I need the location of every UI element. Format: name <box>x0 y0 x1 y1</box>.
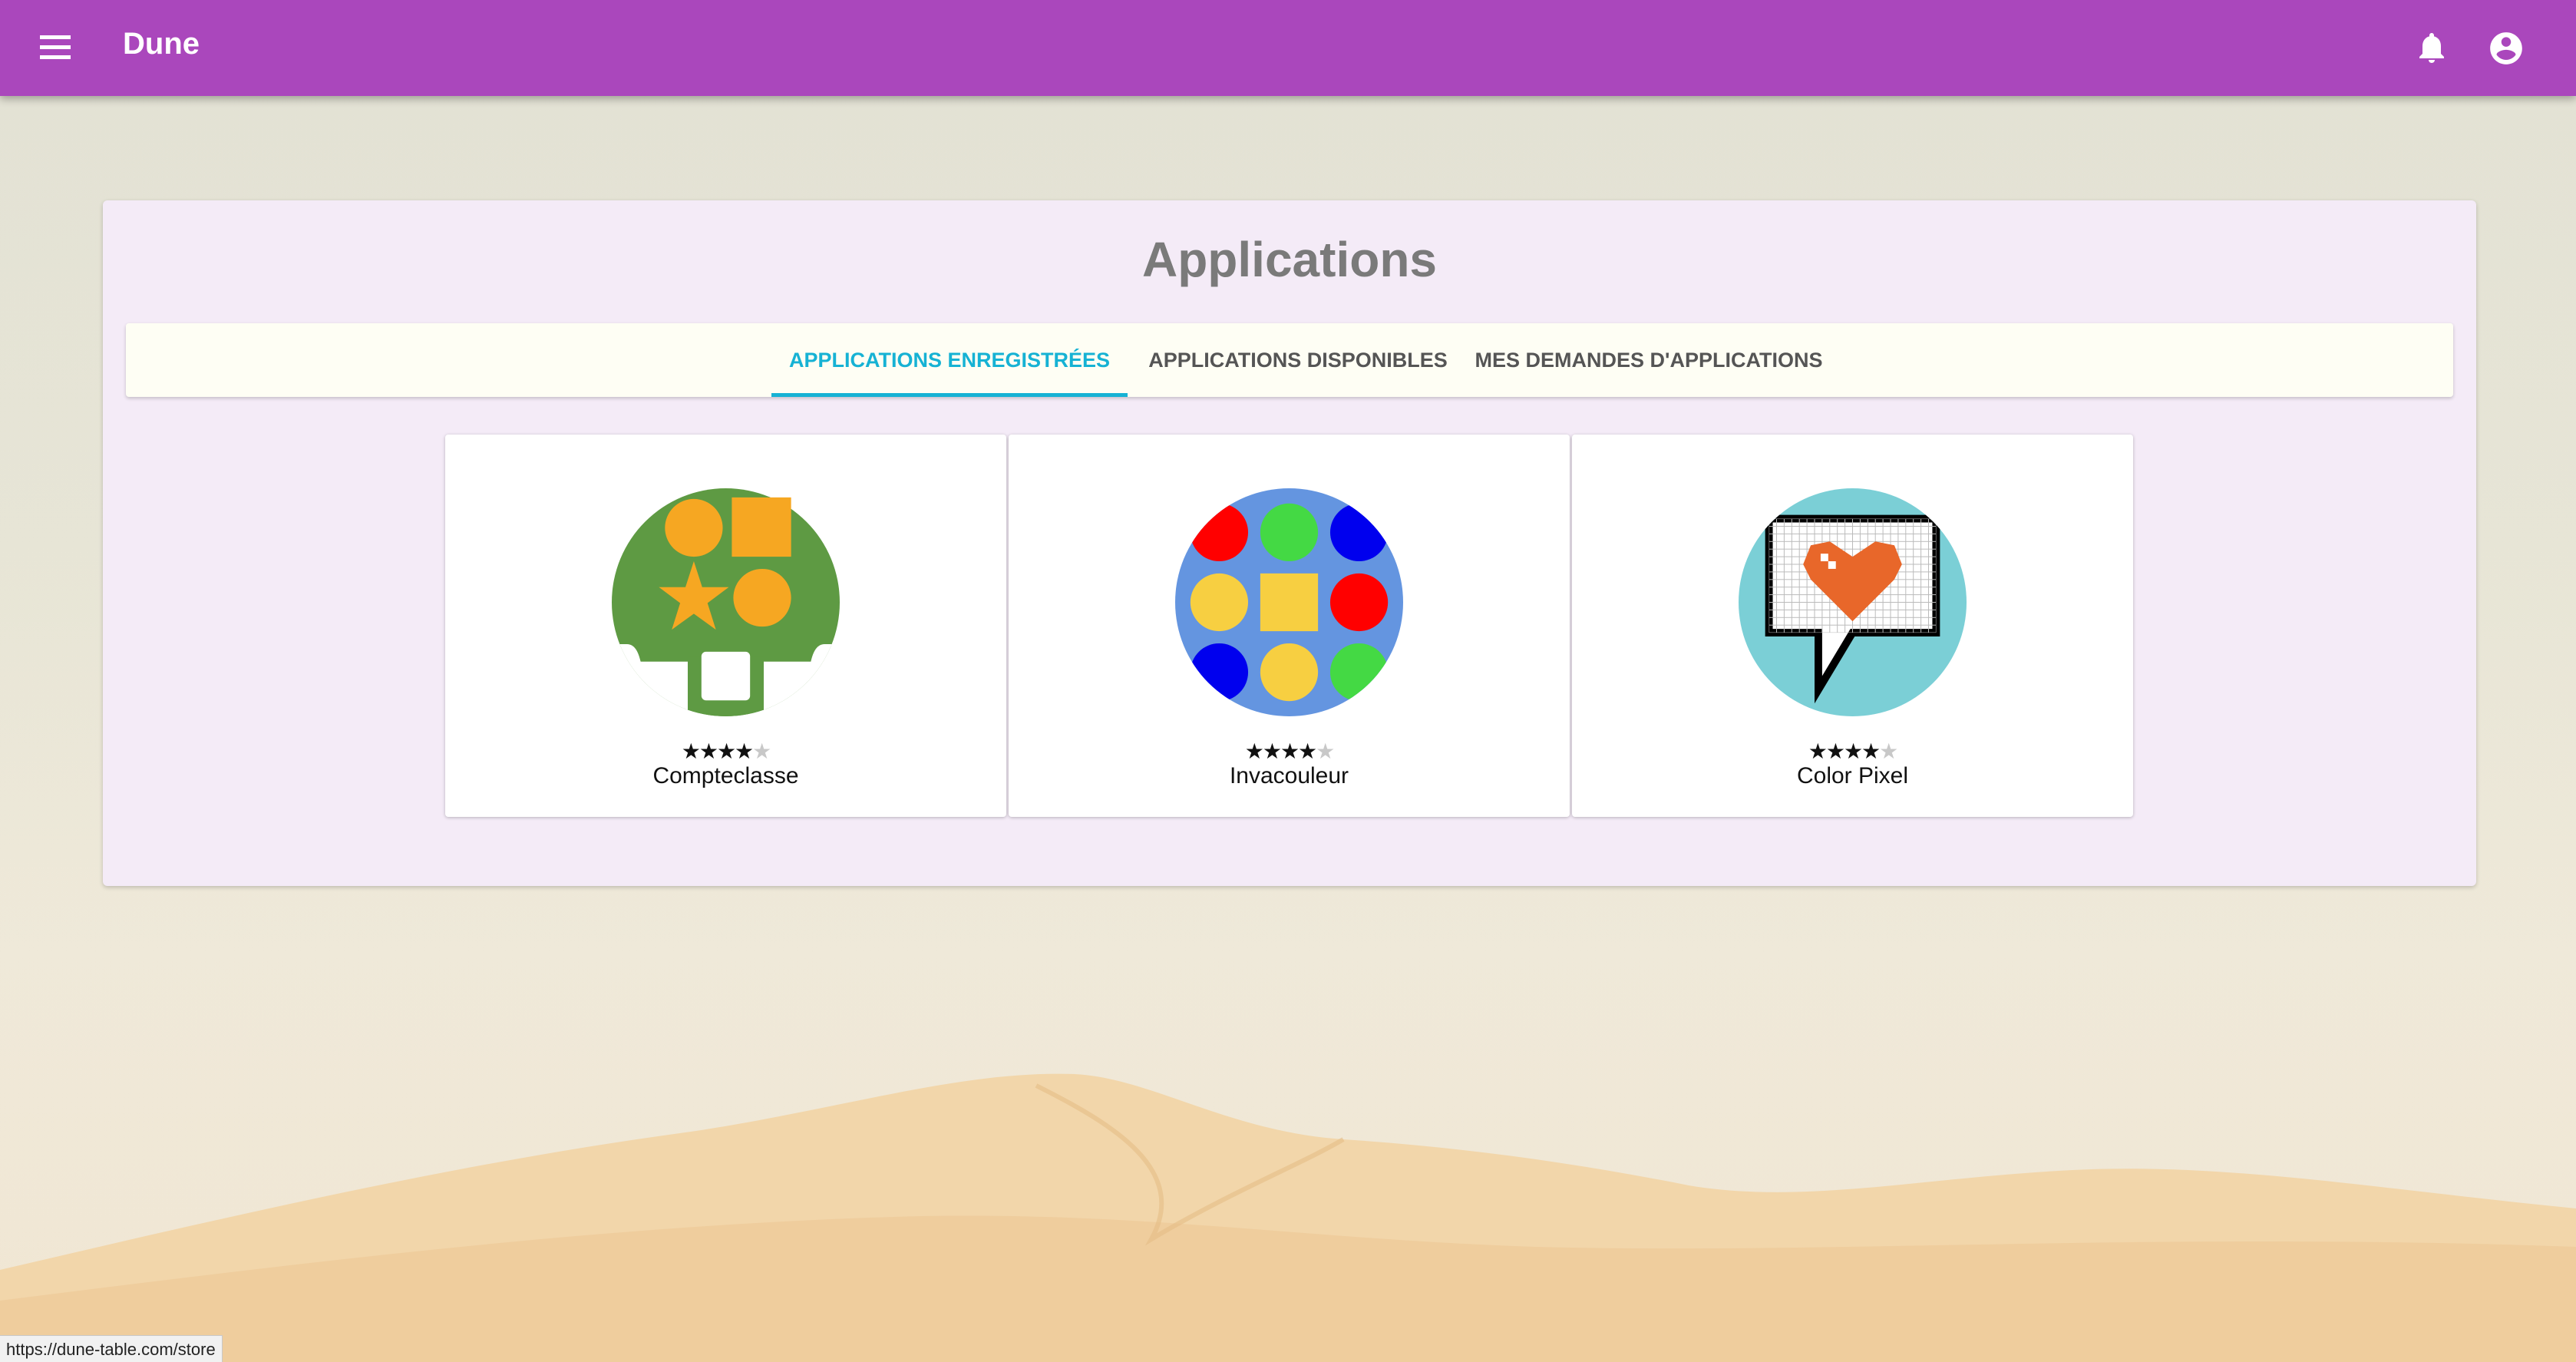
bell-icon[interactable] <box>2413 29 2450 66</box>
page-title: Applications <box>1141 232 1438 287</box>
status-bar-url: https://dune-table.com/store <box>0 1335 223 1362</box>
menu-icon[interactable] <box>38 32 72 63</box>
tab-available-apps[interactable]: APPLICATIONS DISPONIBLES <box>1128 323 1468 397</box>
account-circle-icon[interactable] <box>2487 29 2525 68</box>
app-card-compteclasse[interactable]: ★★★★★ Compteclasse <box>445 435 1006 817</box>
app-card-color-pixel[interactable]: ★★★★★ Color Pixel <box>1572 435 2133 817</box>
tab-registered-apps[interactable]: APPLICATIONS ENREGISTRÉES <box>771 323 1128 397</box>
applications-panel: Applications APPLICATIONS ENREGISTRÉES A… <box>103 200 2476 886</box>
color-pixel-logo-icon <box>1739 488 1967 716</box>
rating-stars: ★★★★★ <box>1244 739 1336 763</box>
app-title: Dune <box>123 27 200 61</box>
app-name: Invacouleur <box>1229 763 1349 788</box>
rating-stars: ★★★★★ <box>1808 739 1899 763</box>
app-bar: Dune <box>0 0 2576 96</box>
tab-bar: APPLICATIONS ENREGISTRÉES APPLICATIONS D… <box>126 323 2453 397</box>
dunes-background <box>0 1073 2576 1362</box>
compteclasse-logo-icon <box>612 488 840 716</box>
rating-stars: ★★★★★ <box>681 739 772 763</box>
app-name: Color Pixel <box>1796 763 1909 788</box>
tab-my-app-requests[interactable]: MES DEMANDES D'APPLICATIONS <box>1468 323 1829 397</box>
invacouleur-logo-icon <box>1175 488 1403 716</box>
app-name: Compteclasse <box>652 763 799 788</box>
app-card-invacouleur[interactable]: ★★★★★ Invacouleur <box>1009 435 1570 817</box>
